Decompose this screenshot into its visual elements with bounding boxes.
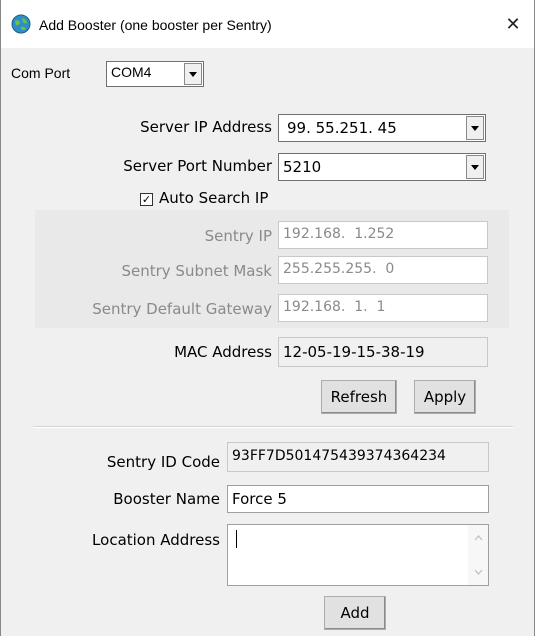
close-icon: ✕ (505, 13, 521, 35)
sentry-ip-label: Sentry IP (204, 227, 272, 245)
server-port-label: Server Port Number (123, 157, 272, 175)
server-ip-dropdown-button[interactable] (466, 116, 484, 140)
booster-name-value: Force 5 (232, 490, 287, 508)
chevron-down-icon (471, 125, 479, 131)
auto-search-checkbox[interactable]: ✓ (140, 193, 153, 206)
checkmark-icon: ✓ (141, 193, 152, 206)
chevron-down-icon (189, 71, 197, 77)
server-ip-combo[interactable]: 99. 55.251. 45 (278, 114, 486, 142)
sentry-id-label: Sentry ID Code (106, 453, 220, 471)
add-button-label: Add (340, 604, 370, 622)
close-button[interactable]: ✕ (495, 6, 531, 42)
title-bar: Add Booster (one booster per Sentry) ✕ (1, 0, 534, 48)
window-title: Add Booster (one booster per Sentry) (39, 17, 272, 33)
sentry-subnet-label: Sentry Subnet Mask (121, 262, 272, 280)
section-divider-highlight (33, 427, 513, 428)
auto-search-label[interactable]: Auto Search IP (159, 189, 268, 207)
scroll-down-icon[interactable] (474, 569, 483, 575)
com-port-label: Com Port (11, 65, 71, 81)
mac-address-field: 12-05-19-15-38-19 (278, 337, 488, 367)
app-globe-icon (11, 14, 31, 34)
apply-button-label: Apply (423, 388, 467, 406)
sentry-gateway-field: 192.168. 1. 1 (278, 294, 488, 322)
server-ip-value: 99. 55.251. 45 (287, 119, 397, 137)
location-address-label: Location Address (92, 531, 220, 549)
booster-name-label: Booster Name (113, 490, 220, 508)
com-port-select[interactable]: COM4 (106, 61, 204, 87)
chevron-down-icon (471, 164, 479, 170)
location-address-textarea[interactable] (227, 524, 489, 586)
location-scrollbar[interactable] (468, 525, 488, 585)
server-port-dropdown-button[interactable] (466, 155, 484, 179)
server-port-value: 5210 (283, 158, 322, 176)
com-port-value: COM4 (111, 64, 152, 80)
server-port-combo[interactable]: 5210 (278, 153, 486, 181)
refresh-button-label: Refresh (330, 388, 388, 406)
sentry-gateway-value: 192.168. 1. 1 (283, 299, 386, 315)
add-button[interactable]: Add (324, 596, 386, 630)
sentry-ip-field: 192.168. 1.252 (278, 221, 488, 249)
sentry-subnet-field: 255.255.255. 0 (278, 256, 488, 284)
mac-address-value: 12-05-19-15-38-19 (283, 343, 425, 361)
sentry-id-field: 93FF7D501475439374364234 (227, 442, 489, 472)
scroll-up-icon[interactable] (474, 535, 483, 541)
sentry-ip-value: 192.168. 1.252 (283, 226, 395, 242)
com-port-dropdown-button[interactable] (184, 63, 202, 85)
server-ip-label: Server IP Address (140, 118, 272, 136)
apply-button[interactable]: Apply (414, 380, 476, 414)
mac-address-label: MAC Address (174, 343, 272, 361)
sentry-subnet-value: 255.255.255. 0 (283, 261, 395, 277)
sentry-gateway-label: Sentry Default Gateway (92, 300, 272, 318)
sentry-id-value: 93FF7D501475439374364234 (232, 448, 446, 464)
booster-name-input[interactable]: Force 5 (227, 485, 489, 513)
dialog-window: Add Booster (one booster per Sentry) ✕ C… (0, 0, 535, 636)
text-cursor (236, 530, 237, 548)
refresh-button[interactable]: Refresh (321, 380, 397, 414)
